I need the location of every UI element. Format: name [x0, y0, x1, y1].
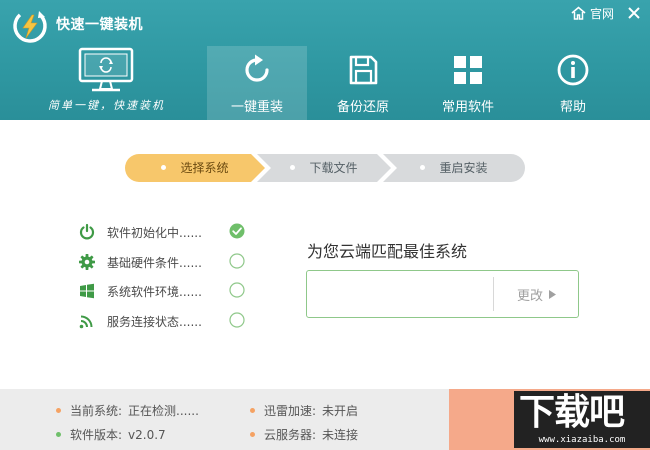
watermark-area: 下载吧 www.xiazaiba.com [449, 389, 650, 450]
tab-onekey-reinstall[interactable]: 一键重装 [207, 46, 307, 120]
status-bullet [56, 432, 61, 437]
check-pending-icon [229, 252, 245, 269]
power-icon [79, 223, 95, 240]
status-label: 当前系统: [70, 404, 123, 418]
floppy-disk-icon [349, 55, 378, 85]
status-bullet [56, 408, 61, 413]
status-label: 云服务器: [264, 428, 317, 442]
info-icon [557, 54, 589, 86]
check-row-hardware: 基础硬件条件...... [78, 250, 258, 280]
watermark-logo: 下载吧 [519, 392, 625, 433]
step-restart-install: 重启安装 [383, 154, 525, 182]
tab-label: 备份还原 [336, 100, 389, 115]
tab-label: 常用软件 [441, 100, 494, 115]
check-pending-icon [229, 311, 245, 328]
gear-icon [79, 253, 95, 270]
status-thunder: 迅雷加速: 未开启 [250, 402, 358, 419]
check-label: 软件初始化中...... [107, 226, 202, 240]
tab-label: 帮助 [559, 100, 586, 115]
tab-label: 一键重装 [230, 100, 283, 115]
change-button[interactable]: 更改 [494, 271, 579, 317]
system-select-box: 更改 [306, 270, 579, 318]
header-bar: 快速一键装机 官网 简单一键，快速装机 一键重装 备份还原 常用软件 帮助 [0, 0, 650, 120]
monitor-icon [78, 47, 134, 92]
app-grid-icon [454, 56, 482, 84]
official-site-link[interactable]: 官网 [590, 5, 614, 22]
tab-help[interactable]: 帮助 [523, 46, 623, 120]
status-label: 软件版本: [70, 428, 123, 442]
app-logo-icon [13, 9, 47, 43]
step-dot [290, 165, 296, 170]
play-arrow-icon [549, 289, 556, 299]
step-download-files: 下载文件 [257, 154, 391, 182]
tab-common-software[interactable]: 常用软件 [418, 46, 518, 120]
progress-steps: 选择系统 下载文件 重启安装 [125, 154, 525, 182]
watermark-badge: 下载吧 www.xiazaiba.com [514, 391, 650, 448]
status-label: 迅雷加速: [264, 404, 317, 418]
step-dot [161, 165, 167, 170]
check-row-service: 服务连接状态...... [78, 309, 258, 339]
system-field[interactable] [307, 271, 493, 317]
step-select-system: 选择系统 [125, 154, 265, 182]
status-value: v2.0.7 [128, 428, 166, 442]
recommend-title: 为您云端匹配最佳系统 [307, 242, 468, 261]
tab-backup-restore[interactable]: 备份还原 [313, 46, 413, 120]
windows-logo-icon [80, 283, 94, 299]
wifi-icon [79, 315, 93, 328]
status-current-os: 当前系统: 正在检测...... [56, 402, 199, 419]
check-done-icon [229, 223, 245, 239]
check-row-init: 软件初始化中...... [78, 220, 258, 250]
status-version: 软件版本: v2.0.7 [56, 426, 166, 443]
top-right-controls: 官网 [571, 4, 642, 22]
installer-window: 快速一键装机 官网 简单一键，快速装机 一键重装 备份还原 常用软件 帮助 选择… [0, 0, 650, 450]
home-icon[interactable] [571, 6, 586, 20]
environment-checklist: 软件初始化中...... 基础硬件条件...... 系统软件环境...... 服… [78, 220, 258, 338]
check-label: 基础硬件条件...... [107, 255, 202, 270]
change-label: 更改 [516, 288, 543, 304]
step-label: 重启安装 [439, 161, 488, 175]
status-value: 未开启 [322, 404, 359, 418]
step-label: 下载文件 [309, 161, 358, 175]
app-title: 快速一键装机 [56, 17, 143, 33]
check-label: 服务连接状态...... [107, 314, 202, 329]
refresh-icon [245, 54, 269, 82]
check-row-software-env: 系统软件环境...... [78, 279, 258, 309]
status-cloud-server: 云服务器: 未连接 [250, 426, 358, 443]
watermark-url: www.xiazaiba.com [538, 435, 626, 445]
check-pending-icon [229, 282, 245, 298]
status-value: 正在检测...... [128, 404, 199, 418]
slogan: 简单一键，快速装机 [48, 99, 165, 112]
status-bullet [250, 408, 255, 413]
step-dot [420, 165, 426, 170]
close-icon[interactable] [626, 5, 642, 21]
check-label: 系统软件环境...... [107, 285, 202, 299]
step-label: 选择系统 [180, 161, 229, 175]
status-value: 未连接 [322, 428, 359, 442]
status-bullet [250, 432, 255, 437]
